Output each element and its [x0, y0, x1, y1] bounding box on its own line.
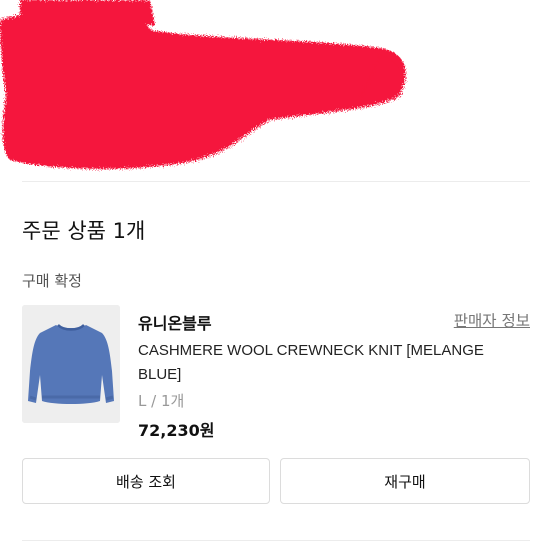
- order-status-label: 구매 확정: [22, 272, 82, 290]
- order-items-title: 주문 상품 1개: [22, 219, 146, 243]
- product-price: 72,230원: [138, 421, 215, 440]
- product-option: L / 1개: [138, 392, 185, 410]
- product-thumbnail[interactable]: [22, 305, 120, 423]
- reorder-label: 재구매: [384, 472, 426, 491]
- reorder-button[interactable]: 재구매: [280, 458, 530, 504]
- seller-info-link[interactable]: 판매자 정보: [454, 309, 530, 331]
- section-divider-bottom: [22, 540, 530, 541]
- product-brand: 유니온블루: [138, 314, 212, 333]
- redaction-overlay: [0, 0, 552, 175]
- section-divider-top: [22, 181, 530, 182]
- track-delivery-button[interactable]: 배송 조회: [22, 458, 270, 504]
- product-name[interactable]: CASHMERE WOOL CREWNECK KNIT [MELANGE BLU…: [138, 339, 530, 387]
- sweater-image: [22, 305, 120, 423]
- track-delivery-label: 배송 조회: [116, 472, 176, 491]
